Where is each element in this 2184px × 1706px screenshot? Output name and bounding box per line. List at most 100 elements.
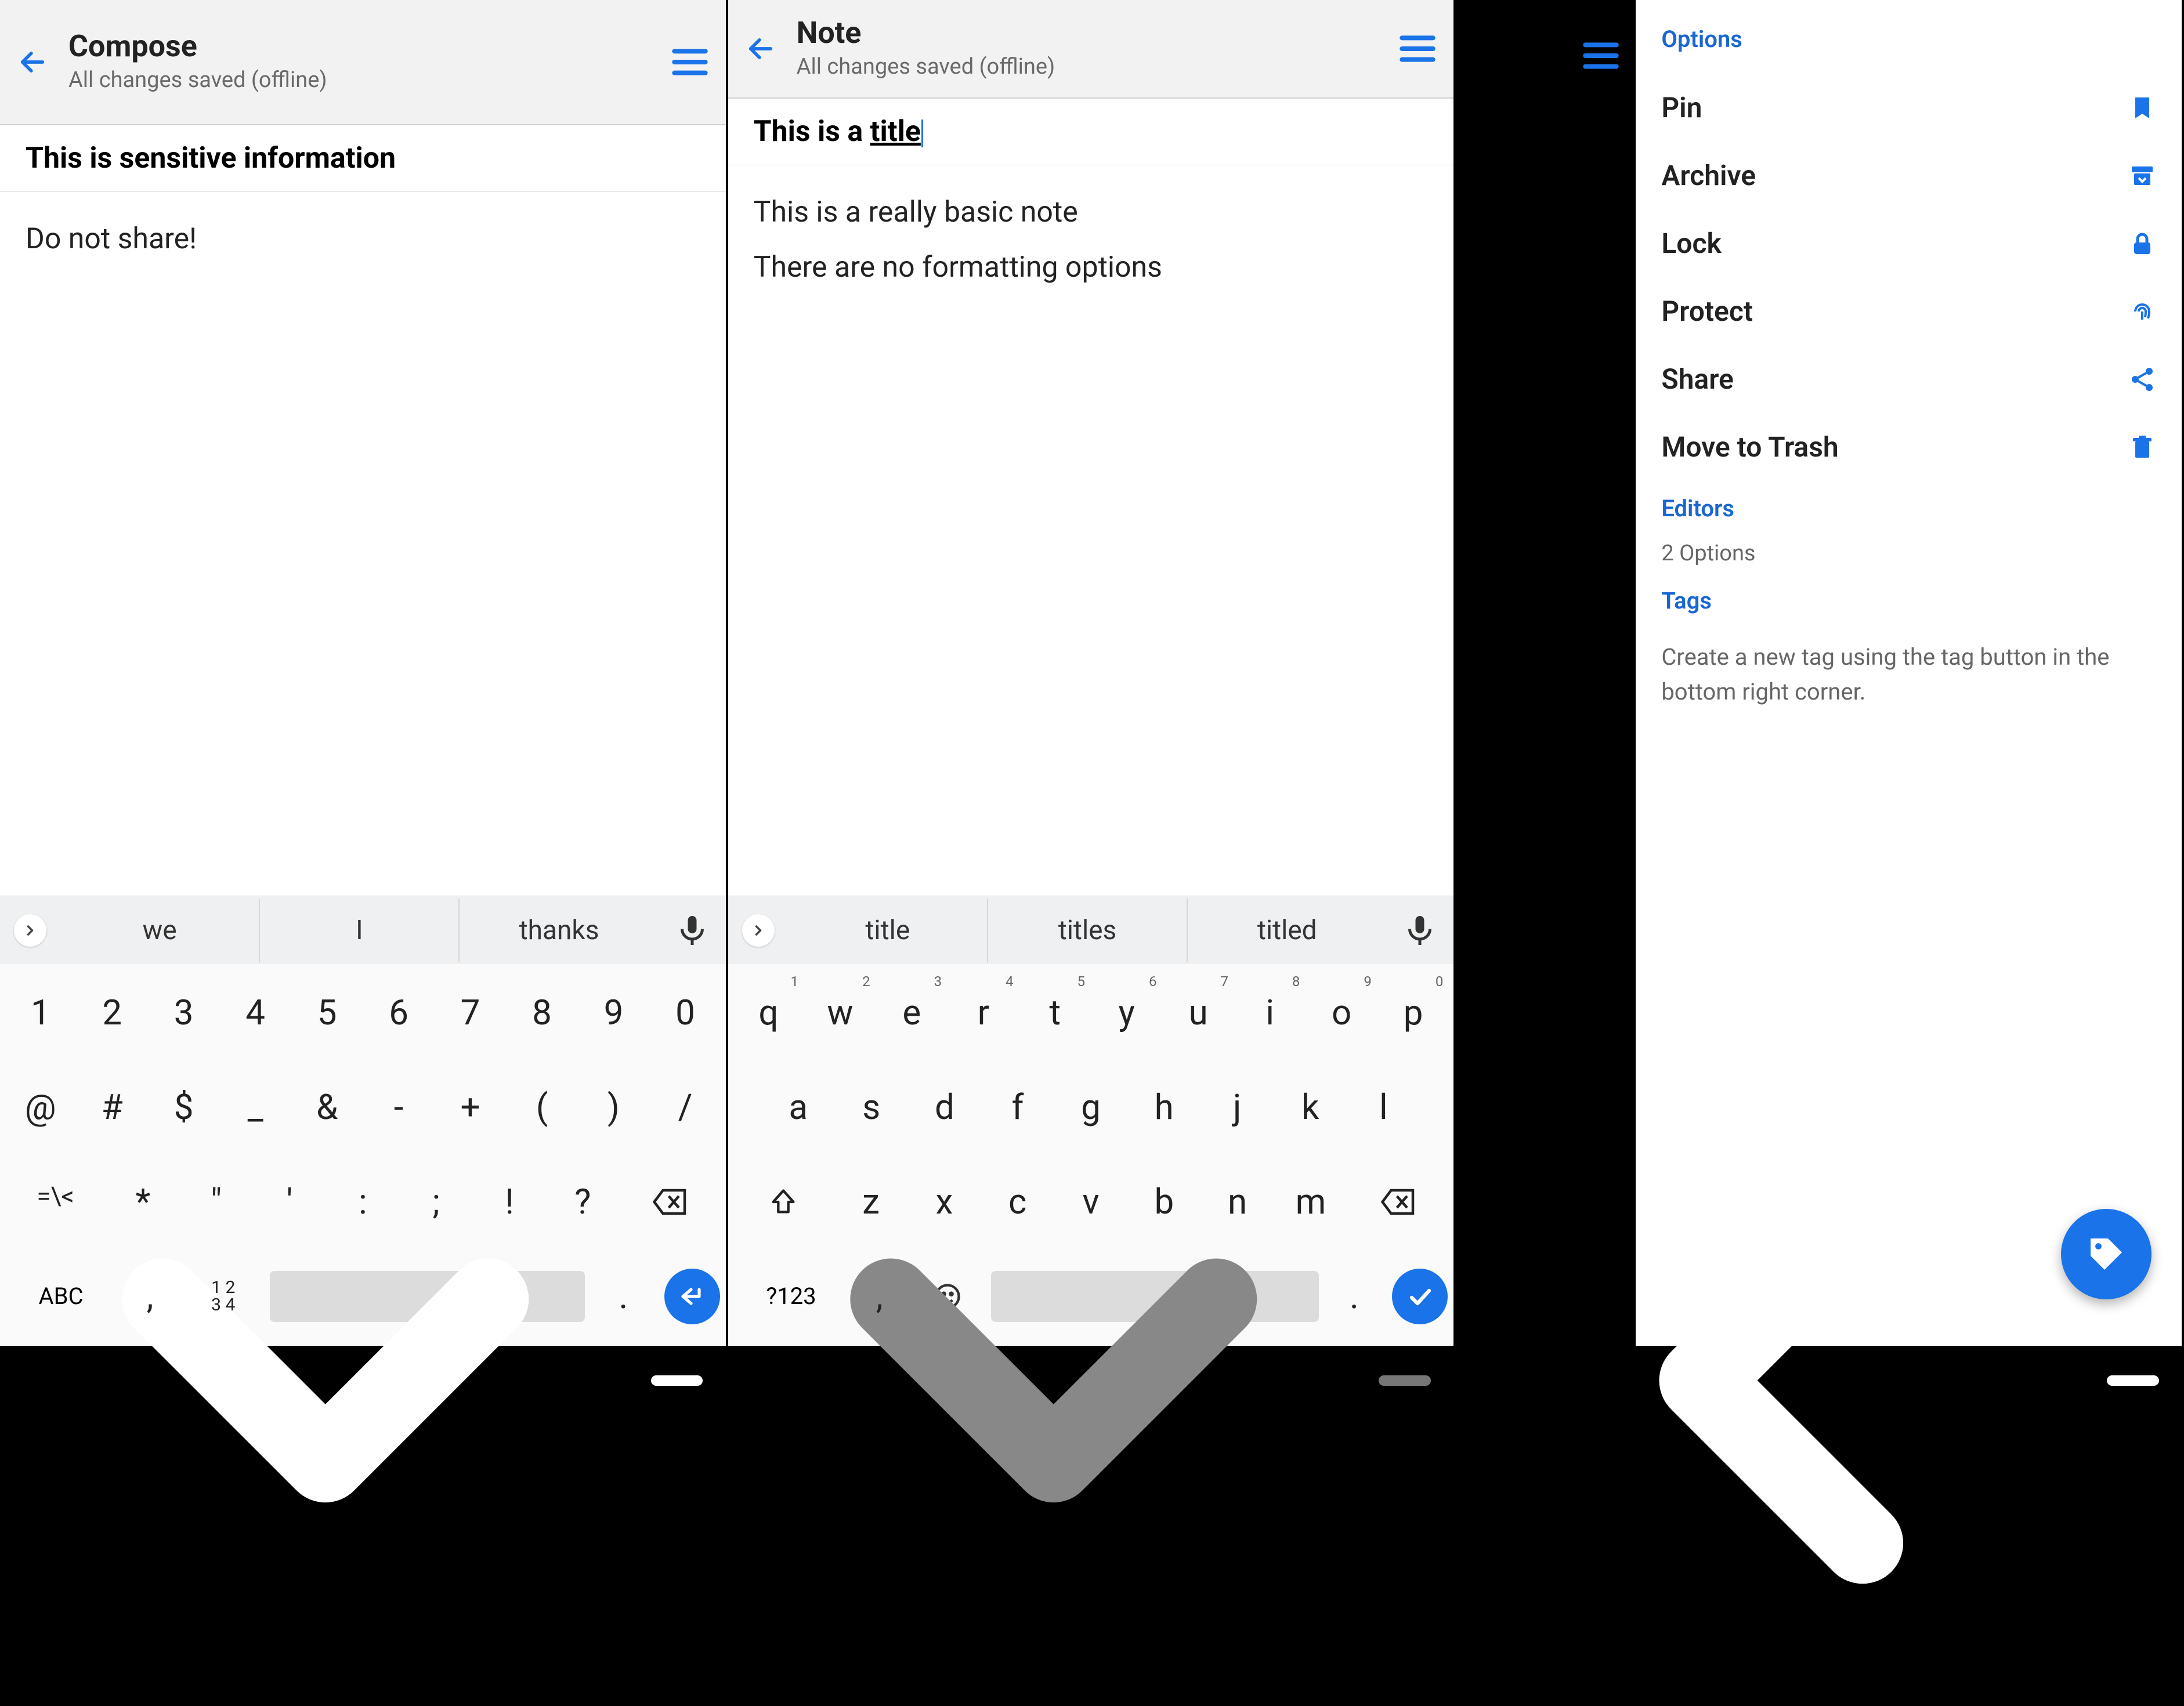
android-nav-bar xyxy=(0,1346,726,1415)
nav-chevron-down-icon[interactable] xyxy=(728,1055,1379,1706)
key[interactable]: d xyxy=(909,1070,980,1144)
drawer-item-protect[interactable]: Protect xyxy=(1661,277,2156,345)
key[interactable]: ) xyxy=(579,1070,648,1144)
add-tag-fab[interactable] xyxy=(2061,1209,2152,1299)
key[interactable]: s xyxy=(836,1070,907,1144)
key[interactable]: 3 xyxy=(149,976,218,1049)
suggestion-item[interactable]: we xyxy=(60,899,260,962)
key[interactable]: ( xyxy=(507,1070,576,1144)
drawer-item-archive[interactable]: Archive xyxy=(1661,142,2156,209)
key[interactable]: 8 xyxy=(507,976,576,1049)
key[interactable]: - xyxy=(364,1070,433,1144)
key-r[interactable]: r4 xyxy=(949,976,1018,1049)
key[interactable]: # xyxy=(77,1070,146,1144)
suggestion-item[interactable]: titles xyxy=(988,899,1188,962)
text-cursor xyxy=(921,119,923,147)
key[interactable]: 2 xyxy=(77,976,146,1049)
key-e[interactable]: e3 xyxy=(877,976,946,1049)
key[interactable]: & xyxy=(292,1070,361,1144)
key[interactable]: g xyxy=(1055,1070,1126,1144)
key[interactable]: x xyxy=(909,1165,979,1238)
key[interactable]: / xyxy=(650,1070,719,1144)
nav-home-pill[interactable] xyxy=(651,1375,703,1386)
key[interactable]: _ xyxy=(220,1070,290,1144)
drawer-item-trash[interactable]: Move to Trash xyxy=(1661,413,2156,481)
key[interactable]: ; xyxy=(400,1165,471,1238)
key[interactable]: h xyxy=(1129,1070,1199,1144)
note-body-field[interactable]: This is a really basic note There are no… xyxy=(728,165,1454,315)
enter-key[interactable] xyxy=(664,1269,720,1324)
note-body-field[interactable]: Do not share! xyxy=(0,192,726,287)
key-period[interactable]: . xyxy=(1326,1259,1383,1333)
key[interactable]: f xyxy=(982,1070,1053,1144)
key-y[interactable]: y6 xyxy=(1092,976,1161,1049)
key[interactable]: 5 xyxy=(292,976,361,1049)
key-comma[interactable]: , xyxy=(118,1259,182,1333)
suggestion-expand-button[interactable] xyxy=(742,914,775,947)
key[interactable]: k xyxy=(1275,1070,1346,1144)
key[interactable]: 6 xyxy=(364,976,433,1049)
menu-icon[interactable] xyxy=(671,48,708,76)
key[interactable]: : xyxy=(327,1165,398,1238)
key[interactable]: c xyxy=(982,1165,1053,1238)
back-arrow-icon[interactable] xyxy=(17,47,48,77)
nav-home-pill[interactable] xyxy=(2107,1375,2159,1386)
key[interactable]: ! xyxy=(474,1165,545,1238)
key[interactable]: 1 xyxy=(6,976,75,1049)
key[interactable]: a xyxy=(763,1070,834,1144)
key[interactable]: 7 xyxy=(436,976,505,1049)
key[interactable]: " xyxy=(181,1165,252,1238)
key-o[interactable]: o9 xyxy=(1307,976,1376,1049)
key[interactable]: v xyxy=(1055,1165,1126,1238)
suggestion-item[interactable]: titled xyxy=(1188,899,1386,962)
key-i[interactable]: i8 xyxy=(1235,976,1304,1049)
drawer-editors-subtitle[interactable]: 2 Options xyxy=(1661,541,2156,566)
key[interactable]: @ xyxy=(6,1070,75,1144)
back-arrow-icon[interactable] xyxy=(746,34,776,64)
drawer-item-share[interactable]: Share xyxy=(1661,345,2156,413)
suggestion-item[interactable]: title xyxy=(789,899,988,962)
menu-icon[interactable] xyxy=(1399,35,1436,63)
key-q[interactable]: q1 xyxy=(734,976,803,1049)
suggestion-item[interactable]: I xyxy=(260,899,460,962)
key[interactable]: j xyxy=(1202,1070,1272,1144)
drawer-item-pin[interactable]: Pin xyxy=(1661,74,2156,142)
nav-chevron-down-icon[interactable] xyxy=(0,1055,651,1706)
key[interactable]: * xyxy=(107,1165,178,1238)
key[interactable]: b xyxy=(1129,1165,1199,1238)
menu-icon[interactable] xyxy=(1582,42,1619,70)
key[interactable]: ? xyxy=(547,1165,618,1238)
key[interactable]: n xyxy=(1202,1165,1272,1238)
dimmed-background[interactable] xyxy=(1456,0,1636,1346)
key-numpad[interactable]: 1 2 3 4 xyxy=(184,1263,263,1330)
key-u[interactable]: u7 xyxy=(1163,976,1232,1049)
mic-icon[interactable] xyxy=(1402,913,1437,948)
done-key[interactable] xyxy=(1392,1269,1448,1324)
suggestion-expand-button[interactable] xyxy=(14,914,46,947)
drawer-item-lock[interactable]: Lock xyxy=(1661,209,2156,277)
key[interactable]: l xyxy=(1348,1070,1419,1144)
key[interactable]: + xyxy=(436,1070,505,1144)
key[interactable]: ' xyxy=(254,1165,325,1238)
key-t[interactable]: t5 xyxy=(1021,976,1090,1049)
key[interactable]: 9 xyxy=(579,976,648,1049)
key-comma[interactable]: , xyxy=(851,1259,908,1333)
key-symbols-page[interactable]: =\< xyxy=(6,1165,105,1238)
suggestion-item[interactable]: thanks xyxy=(460,899,658,962)
key-period[interactable]: . xyxy=(592,1259,655,1333)
key-p[interactable]: p0 xyxy=(1379,976,1448,1049)
note-title-field[interactable]: This is sensitive information xyxy=(0,125,726,192)
note-body-line: This is a really basic note xyxy=(754,185,1429,240)
drawer-item-label: Protect xyxy=(1661,295,1753,328)
nav-home-pill[interactable] xyxy=(1379,1375,1431,1386)
key[interactable]: z xyxy=(836,1165,906,1238)
key[interactable]: m xyxy=(1275,1165,1346,1238)
app-bar: Note All changes saved (offline) xyxy=(728,0,1454,99)
key[interactable]: 4 xyxy=(220,976,290,1049)
note-title-field[interactable]: This is a title xyxy=(728,99,1454,165)
mic-icon[interactable] xyxy=(675,913,710,948)
key[interactable]: $ xyxy=(149,1070,218,1144)
appbar-title: Note xyxy=(797,15,1400,51)
key-w[interactable]: w2 xyxy=(805,976,874,1049)
key[interactable]: 0 xyxy=(650,976,719,1049)
